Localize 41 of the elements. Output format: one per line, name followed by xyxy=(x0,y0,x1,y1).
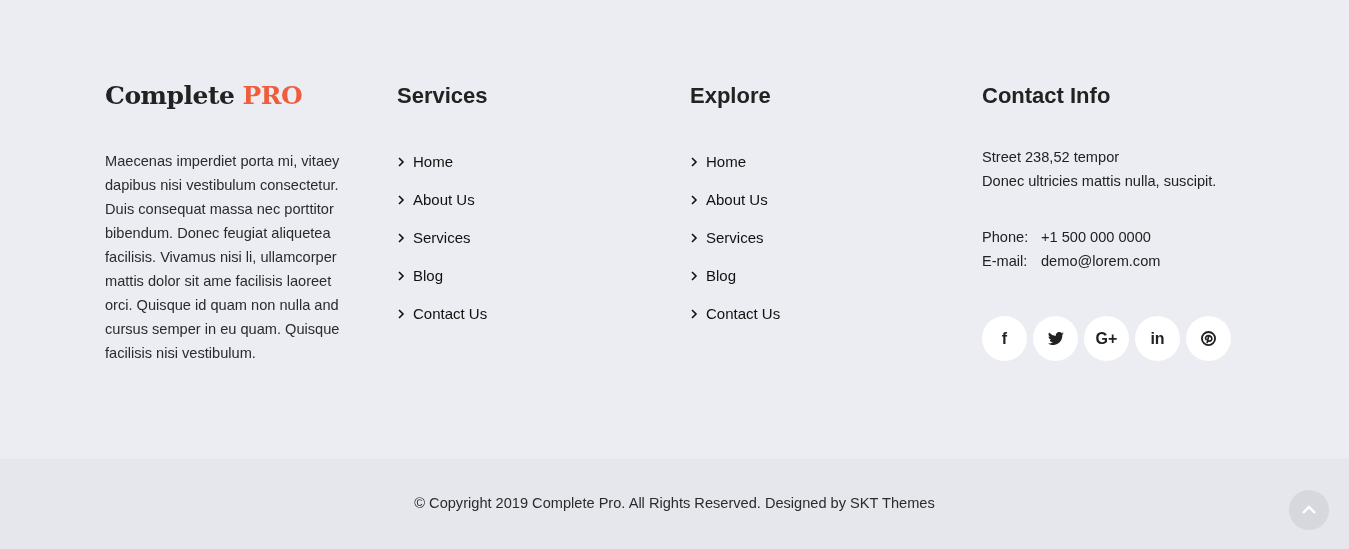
contact-value: demo@lorem.com xyxy=(1041,252,1161,271)
footer-link[interactable]: Blog xyxy=(690,264,737,288)
chevron-right-icon xyxy=(397,309,405,319)
social-button[interactable]: in xyxy=(1135,316,1180,361)
chevron-right-icon xyxy=(397,271,405,281)
chevron-right-icon xyxy=(397,157,405,167)
copyright-text: © Copyright 2019 Complete Pro. All Rights Reserved. Designed by SKT Themes xyxy=(414,495,935,511)
contact-label: E-mail: xyxy=(982,252,1029,271)
pin-icon xyxy=(1201,331,1216,346)
chevron-right-icon xyxy=(690,195,698,205)
footer-link[interactable]: Blog xyxy=(397,264,444,288)
social-button[interactable]: f xyxy=(982,316,1027,361)
social-button[interactable] xyxy=(1033,316,1078,361)
footer-link[interactable]: Contact Us xyxy=(690,302,781,326)
chevron-right-icon xyxy=(690,233,698,243)
footer-link[interactable]: Home xyxy=(690,150,746,174)
chevron-right-icon xyxy=(397,233,405,243)
chevron-right-icon xyxy=(690,271,698,281)
chevron-right-icon xyxy=(690,309,698,319)
column-heading: Services xyxy=(397,82,488,110)
chevron-right-icon xyxy=(397,195,405,205)
footer-link[interactable]: Home xyxy=(397,150,453,174)
footer-link[interactable]: About Us xyxy=(397,188,475,212)
bird-icon xyxy=(1047,332,1064,345)
contact-value: +1 500 000 0000 xyxy=(1041,228,1151,247)
about-paragraph: Maecenas imperdiet porta mi, vitaey dapibus nisi vestibulum consectetur. Duis consequat massa nec porttitor bibendum. Donec feugiat aliquetea facilisis. Vivamus nisi li, ullamcorper mattis dolor sit ame facilisis laoreet orci. Quisque id quam non nulla and cursus semper in eu quam. Quisque facilisis nisi vestibulum. xyxy=(105,152,341,363)
address-line: Donec ultricies mattis nulla, suscipit. xyxy=(982,172,1217,191)
footer-link[interactable]: Services xyxy=(397,226,471,250)
logo-accent-text: PRO xyxy=(242,80,303,112)
chevron-right-icon xyxy=(690,157,698,167)
address-line: Street 238,52 tempor xyxy=(982,148,1120,167)
footer-link[interactable]: Services xyxy=(690,226,764,250)
column-heading: Explore xyxy=(690,82,771,110)
contact-label: Phone: xyxy=(982,228,1030,247)
footer-link[interactable]: About Us xyxy=(690,188,768,212)
logo-text: Complete xyxy=(105,80,235,112)
footer-link[interactable]: Contact Us xyxy=(397,302,488,326)
column-heading: Contact Info xyxy=(982,82,1111,110)
social-button[interactable]: G+ xyxy=(1084,316,1129,361)
chevron-up-icon xyxy=(1301,505,1317,515)
social-button[interactable] xyxy=(1186,316,1231,361)
